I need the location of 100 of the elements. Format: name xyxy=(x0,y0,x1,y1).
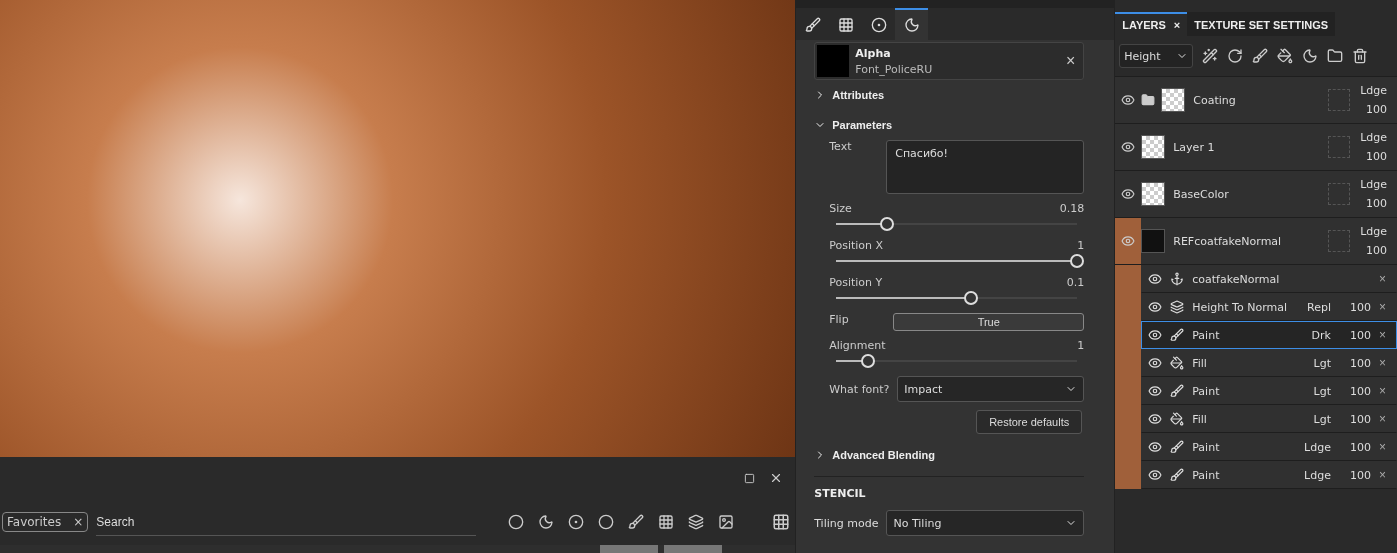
eye-icon[interactable] xyxy=(1148,468,1163,482)
blend-mode[interactable]: Ldge xyxy=(1295,440,1331,454)
text-field[interactable]: Спасибо! xyxy=(886,140,1085,194)
eye-icon[interactable] xyxy=(1121,93,1136,107)
remove-button[interactable]: × xyxy=(1379,356,1386,370)
eye-icon[interactable] xyxy=(1148,412,1163,426)
param-label: Flip xyxy=(829,313,849,326)
eye-icon[interactable] xyxy=(1148,440,1163,454)
filter-chip[interactable]: Favorites × xyxy=(2,512,89,532)
blend-mode[interactable]: Drk xyxy=(1295,328,1331,342)
effect-opacity[interactable]: 100 xyxy=(1339,328,1371,342)
effect-opacity[interactable]: 100 xyxy=(1339,468,1371,482)
eye-icon[interactable] xyxy=(1148,384,1163,398)
effect-row[interactable]: Paint Ldge 100 × xyxy=(1141,461,1397,489)
effect-row[interactable]: Fill Lgt 100 × xyxy=(1141,349,1397,377)
section-header[interactable]: Advanced Blending xyxy=(814,440,1085,470)
eye-icon[interactable] xyxy=(1121,187,1136,201)
effect-opacity[interactable]: 100 xyxy=(1339,384,1371,398)
effect-name: Height To Normal xyxy=(1192,300,1287,314)
eye-icon[interactable] xyxy=(1121,140,1136,154)
blend-mode[interactable]: Lgt xyxy=(1295,356,1331,370)
effect-row[interactable]: Fill Lgt 100 × xyxy=(1141,405,1397,433)
remove-button[interactable]: × xyxy=(1379,272,1386,286)
effect-row[interactable]: Paint Ldge 100 × xyxy=(1141,433,1397,461)
chip-close[interactable]: × xyxy=(73,515,84,529)
blend-mode[interactable]: Lgt xyxy=(1295,384,1331,398)
effect-opacity[interactable]: 100 xyxy=(1339,300,1371,314)
blend-mode[interactable]: Ldge xyxy=(1360,225,1387,238)
brush-icon[interactable] xyxy=(1252,48,1269,64)
panel-tab[interactable] xyxy=(895,8,929,40)
blend-mode[interactable]: Ldge xyxy=(1360,84,1387,97)
section-header[interactable]: Parameters xyxy=(814,110,1085,140)
section-header[interactable]: Attributes xyxy=(814,80,1085,110)
blend-mode[interactable]: Lgt xyxy=(1295,412,1331,426)
layer-row[interactable]: Layer 1 Ldge 100 xyxy=(1115,124,1397,171)
rotate-icon[interactable] xyxy=(1227,48,1244,64)
remove-button[interactable]: × xyxy=(1379,300,1386,314)
layer-name: BaseColor xyxy=(1173,187,1230,201)
trash-icon[interactable] xyxy=(1352,48,1369,64)
slider-thumb[interactable] xyxy=(860,354,875,368)
tiling-dropdown[interactable]: No Tiling xyxy=(886,510,1085,536)
remove-button[interactable]: × xyxy=(1379,468,1386,482)
remove-button[interactable]: × xyxy=(1379,328,1386,342)
checker-icon[interactable] xyxy=(658,514,675,530)
slider-thumb[interactable] xyxy=(1070,254,1085,268)
alpha-thumbnail xyxy=(817,45,850,77)
thumbnail[interactable] xyxy=(664,545,722,553)
layer-opacity[interactable]: 100 xyxy=(1366,103,1387,116)
thumbnail[interactable] xyxy=(600,545,658,553)
remove-button[interactable]: × xyxy=(1379,440,1386,454)
layer-opacity[interactable]: 100 xyxy=(1366,150,1387,163)
param-value: 0.1 xyxy=(1066,276,1085,289)
effect-name: Paint xyxy=(1192,468,1221,482)
param-label: Position X xyxy=(829,239,884,252)
eye-icon[interactable] xyxy=(1148,300,1163,314)
folder-icon[interactable] xyxy=(1327,48,1344,64)
remove-button[interactable]: × xyxy=(1379,384,1386,398)
image-icon[interactable] xyxy=(718,514,735,530)
effect-row[interactable]: Height To Normal Repl 100 × xyxy=(1141,293,1397,321)
effect-name: Fill xyxy=(1192,412,1208,426)
effect-row[interactable]: Paint Lgt 100 × xyxy=(1141,377,1397,405)
layer-thumbnail xyxy=(1141,229,1166,253)
grid-view-icon[interactable] xyxy=(772,513,791,531)
brush-icon[interactable] xyxy=(628,514,645,530)
layer-opacity[interactable]: 100 xyxy=(1366,197,1387,210)
blend-mode[interactable]: Ldge xyxy=(1295,468,1331,482)
eye-icon[interactable] xyxy=(1148,356,1163,370)
layer-row[interactable]: BaseColor Ldge 100 xyxy=(1115,171,1397,218)
layer-row[interactable]: REFcoatfakeNormal Ldge 100 xyxy=(1115,218,1397,265)
channel-dropdown[interactable]: Height xyxy=(1119,44,1194,68)
restore-button[interactable]: Restore defaults xyxy=(976,410,1083,434)
effect-name: Paint xyxy=(1192,384,1221,398)
toggle-button[interactable]: True xyxy=(893,313,1085,331)
effect-row[interactable]: coatfakeNormal × xyxy=(1141,265,1397,293)
blend-mode[interactable]: Repl xyxy=(1295,300,1331,314)
font-dropdown[interactable]: Impact xyxy=(897,376,1085,402)
eye-icon[interactable] xyxy=(1148,328,1163,342)
wand-icon[interactable] xyxy=(1202,48,1219,64)
bucket-icon[interactable] xyxy=(1277,48,1294,64)
remove-button[interactable]: × xyxy=(1379,412,1386,426)
close-button[interactable]: × xyxy=(1059,52,1082,70)
search-field[interactable]: Search xyxy=(96,508,477,536)
param-label: Text xyxy=(829,140,852,153)
param-value: 0.18 xyxy=(1059,202,1085,215)
slider-thumb[interactable] xyxy=(964,291,979,305)
slider-thumb[interactable] xyxy=(879,217,894,231)
layer-row[interactable]: Coating Ldge 100 xyxy=(1115,77,1397,124)
effect-opacity[interactable]: 100 xyxy=(1339,440,1371,454)
effect-row[interactable]: Paint Drk 100 × xyxy=(1141,321,1397,349)
blend-mode[interactable]: Ldge xyxy=(1360,178,1387,191)
blend-mode[interactable]: Ldge xyxy=(1360,131,1387,144)
panel-tab[interactable]: TEXTURE SET SETTINGS xyxy=(1187,12,1336,36)
eye-icon[interactable] xyxy=(1148,272,1163,286)
layer-opacity[interactable]: 100 xyxy=(1366,244,1387,257)
moon-icon[interactable] xyxy=(538,514,555,530)
effect-name: Paint xyxy=(1192,328,1221,342)
effect-opacity[interactable]: 100 xyxy=(1339,356,1371,370)
effect-opacity[interactable]: 100 xyxy=(1339,412,1371,426)
layer-name: Coating xyxy=(1193,93,1237,107)
effect-name: Paint xyxy=(1192,440,1221,454)
